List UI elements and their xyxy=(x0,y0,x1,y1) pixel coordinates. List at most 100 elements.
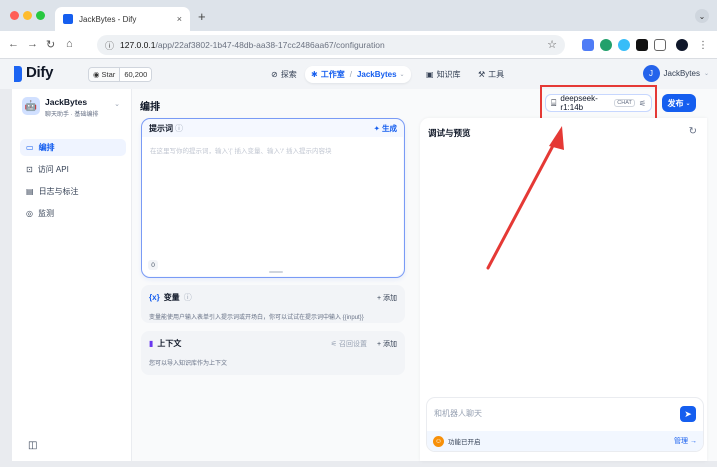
publish-button[interactable]: 发布 ⌄ xyxy=(662,94,696,112)
nav-separator: / xyxy=(349,70,352,79)
nav-knowledge[interactable]: ▣ 知识库 xyxy=(420,66,467,83)
nav-tools[interactable]: ⚒ 工具 xyxy=(472,66,510,83)
new-tab-button[interactable]: + xyxy=(198,9,206,24)
nav-studio-label: 工作室 xyxy=(320,70,345,79)
sparkle-icon: ✦ xyxy=(373,123,380,133)
sidebar-item-logs[interactable]: ▤ 日志与标注 xyxy=(20,183,126,200)
close-tab-icon[interactable]: × xyxy=(177,14,182,24)
app-switcher[interactable]: 🤖 JackBytes 聊天助手 · 基础编排 ⌄ xyxy=(22,97,124,123)
browser-menu-icon[interactable]: ⋮ xyxy=(697,39,709,51)
page-title: 编排 xyxy=(140,102,160,113)
context-title: 上下文 xyxy=(157,339,182,348)
generate-label: 生成 xyxy=(382,123,397,133)
nav-studio[interactable]: ✱ 工作室 / JackBytes ⌄ xyxy=(305,66,411,83)
sidebar-item-label: 日志与标注 xyxy=(38,187,79,196)
extension-cloud-icon[interactable] xyxy=(618,39,630,51)
extensions-puzzle-icon[interactable] xyxy=(654,39,666,51)
user-name: JackBytes xyxy=(663,69,700,78)
site-info-icon[interactable]: ⓘ xyxy=(105,39,114,52)
sidebar-item-monitor[interactable]: ◎ 监测 xyxy=(20,205,126,222)
close-window-icon[interactable] xyxy=(10,11,19,20)
chevron-down-icon: ⌄ xyxy=(703,71,709,77)
chat-placeholder: 和机器人聊天 xyxy=(434,409,482,418)
refresh-icon[interactable]: ↻ xyxy=(689,126,697,137)
send-button[interactable]: ➤ xyxy=(680,406,696,422)
book-icon: ▮ xyxy=(149,339,154,348)
chat-input[interactable]: 和机器人聊天 ➤ ☺ 功能已开启 管理 → xyxy=(426,397,704,452)
browser-tab-bar: JackBytes - Dify × + ⌄ xyxy=(0,0,717,31)
hammer-icon: ⚒ xyxy=(478,70,486,79)
add-variable-button[interactable]: + 添加 xyxy=(377,293,397,303)
url-text: 127.0.0.1/app/22af3802-1b47-48db-aa38-17… xyxy=(120,40,385,50)
nav-tools-label: 工具 xyxy=(488,70,505,79)
forward-button[interactable]: → xyxy=(27,38,38,50)
dify-favicon-icon xyxy=(63,14,73,24)
extension-shirt-icon[interactable] xyxy=(636,39,648,51)
send-icon: ➤ xyxy=(684,408,692,419)
feature-icon: ☺ xyxy=(433,435,444,447)
back-button[interactable]: ← xyxy=(8,38,19,50)
chevron-down-icon: ⌄ xyxy=(685,100,691,107)
app-tags: 聊天助手 · 基础编排 xyxy=(45,112,99,118)
variables-title: 变量 xyxy=(163,293,180,302)
variables-description: 变量能使用户输入表单引入提示词或开场白，你可以试试在提示词中输入 {{input… xyxy=(149,315,364,321)
bookmark-star-icon[interactable]: ☆ xyxy=(547,38,557,51)
dify-logo-icon xyxy=(14,66,22,82)
browser-toolbar: ← → ↻ ⌂ ⓘ 127.0.0.1/app/22af3802-1b47-48… xyxy=(0,31,717,59)
extension-translate-icon[interactable] xyxy=(582,39,594,51)
url-host: 127.0.0.1 xyxy=(120,40,156,50)
add-context-button[interactable]: + 添加 xyxy=(377,339,397,349)
dify-logo[interactable]: Dify xyxy=(26,64,53,81)
url-path: /app/22af3802-1b47-48db-aa38-17cc2486aa6… xyxy=(155,40,385,50)
github-star-badge[interactable]: ◉ Star 60,200 xyxy=(88,67,153,82)
help-icon[interactable]: ⓘ xyxy=(184,292,192,303)
nav-explore[interactable]: ⊘ 探索 xyxy=(265,66,303,83)
manage-features-button[interactable]: 管理 → xyxy=(674,436,697,446)
chevron-down-icon: ⌄ xyxy=(399,72,405,78)
recall-settings-label: 召回设置 xyxy=(338,340,367,348)
collapse-sidebar-icon[interactable]: ◫ xyxy=(28,440,37,451)
generate-button[interactable]: ✦ 生成 xyxy=(374,123,397,134)
address-bar[interactable]: ⓘ 127.0.0.1/app/22af3802-1b47-48db-aa38-… xyxy=(97,35,565,55)
resize-handle[interactable] xyxy=(269,271,283,273)
app-sidebar: 🤖 JackBytes 聊天助手 · 基础编排 ⌄ ▭ 编排 ⊡ 访问 API … xyxy=(12,89,132,461)
robot-app-icon: 🤖 xyxy=(22,97,40,115)
user-menu[interactable]: J JackBytes ⌄ xyxy=(642,65,709,82)
prompt-textarea[interactable]: 在这里写你的提示词，输入'{' 插入变量、输入'/' 插入提示内容块 0 xyxy=(142,137,403,276)
feature-bar: ☺ 功能已开启 管理 → xyxy=(427,431,703,451)
prompt-placeholder: 在这里写你的提示词，输入'{' 插入变量、输入'/' 插入提示内容块 xyxy=(150,148,332,155)
sidebar-menu: ▭ 编排 ⊡ 访问 API ▤ 日志与标注 ◎ 监测 xyxy=(20,139,126,227)
github-star-label: Star xyxy=(101,70,116,79)
extension-shield-icon[interactable] xyxy=(600,39,612,51)
tab-search-button[interactable]: ⌄ xyxy=(695,9,709,23)
avatar: J xyxy=(642,65,660,82)
terminal-icon: ⊡ xyxy=(26,165,33,174)
layout-icon: ▭ xyxy=(26,143,34,152)
reload-button[interactable]: ↻ xyxy=(46,38,55,51)
prompt-editor: 提示词 ⓘ ✦ 生成 在这里写你的提示词，输入'{' 插入变量、输入'/' 插入提… xyxy=(141,118,405,278)
variables-card: {x} 变量 ⓘ + 添加 变量能使用户输入表单引入提示词或开场白，你可以试试在… xyxy=(141,285,405,323)
debug-title: 调试与预览 xyxy=(428,128,471,138)
browser-tab[interactable]: JackBytes - Dify × xyxy=(55,7,190,31)
variable-icon: {x} xyxy=(149,293,160,302)
github-icon: ◉ xyxy=(93,70,100,79)
home-button[interactable]: ⌂ xyxy=(66,38,73,50)
nav-knowledge-label: 知识库 xyxy=(436,70,461,79)
file-list-icon: ▤ xyxy=(26,187,34,196)
nav-studio-app: JackBytes xyxy=(356,70,397,79)
robot-icon: ✱ xyxy=(311,70,318,79)
profile-avatar-icon[interactable] xyxy=(676,39,688,51)
maximize-window-icon[interactable] xyxy=(36,11,45,20)
sidebar-item-orchestrate[interactable]: ▭ 编排 xyxy=(20,139,126,156)
help-icon[interactable]: ⓘ xyxy=(175,124,183,133)
sidebar-item-api[interactable]: ⊡ 访问 API xyxy=(20,161,126,178)
prompt-header: 提示词 ⓘ ✦ 生成 xyxy=(142,119,404,137)
manage-label: 管理 xyxy=(674,438,689,445)
recall-settings-button[interactable]: ⚟ 召回设置 xyxy=(331,339,367,349)
compass-icon: ⊘ xyxy=(271,70,278,79)
context-description: 您可以导入知识库作为上下文 xyxy=(149,361,228,367)
context-card: ▮ 上下文 ⚟ 召回设置 + 添加 您可以导入知识库作为上下文 xyxy=(141,331,405,375)
minimize-window-icon[interactable] xyxy=(23,11,32,20)
tab-title: JackBytes - Dify xyxy=(79,14,137,24)
sidebar-item-label: 监测 xyxy=(37,209,54,218)
